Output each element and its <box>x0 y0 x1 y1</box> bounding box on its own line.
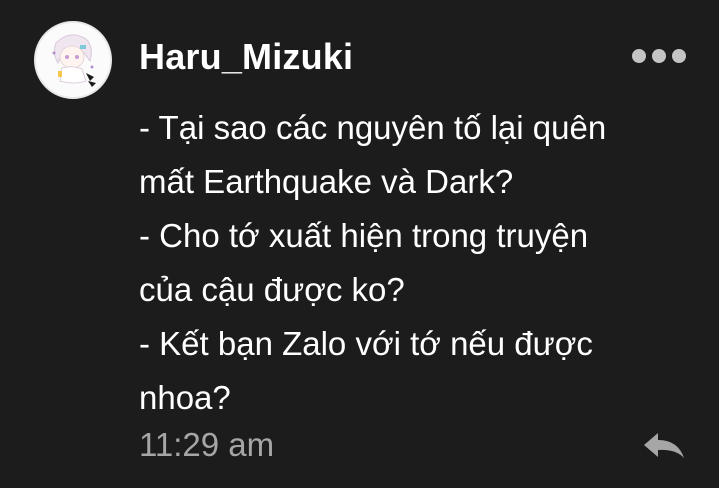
comment-message: - Tại sao các nguyên tố lại quên mất Ear… <box>139 101 709 425</box>
more-options-icon[interactable] <box>632 44 696 68</box>
more-dot <box>652 49 666 63</box>
timestamp: 11:29 am <box>139 426 275 463</box>
message-line: nhoa? <box>139 379 231 416</box>
more-dot <box>632 49 646 63</box>
comment-card: Haru_Mizuki - Tại sao các nguyên tố lại … <box>0 0 719 488</box>
message-line: - Kết bạn Zalo với tớ nếu được <box>139 325 593 362</box>
message-line: - Tại sao các nguyên tố lại quên <box>139 109 607 146</box>
avatar[interactable] <box>34 21 112 99</box>
more-dot <box>672 49 686 63</box>
message-line: - Cho tớ xuất hiện trong truyện <box>139 217 589 254</box>
message-line: của cậu được ko? <box>139 271 405 308</box>
message-line: mất Earthquake và Dark? <box>139 163 514 200</box>
avatar-image <box>36 23 110 97</box>
username[interactable]: Haru_Mizuki <box>139 36 353 78</box>
reply-icon[interactable] <box>640 428 688 464</box>
